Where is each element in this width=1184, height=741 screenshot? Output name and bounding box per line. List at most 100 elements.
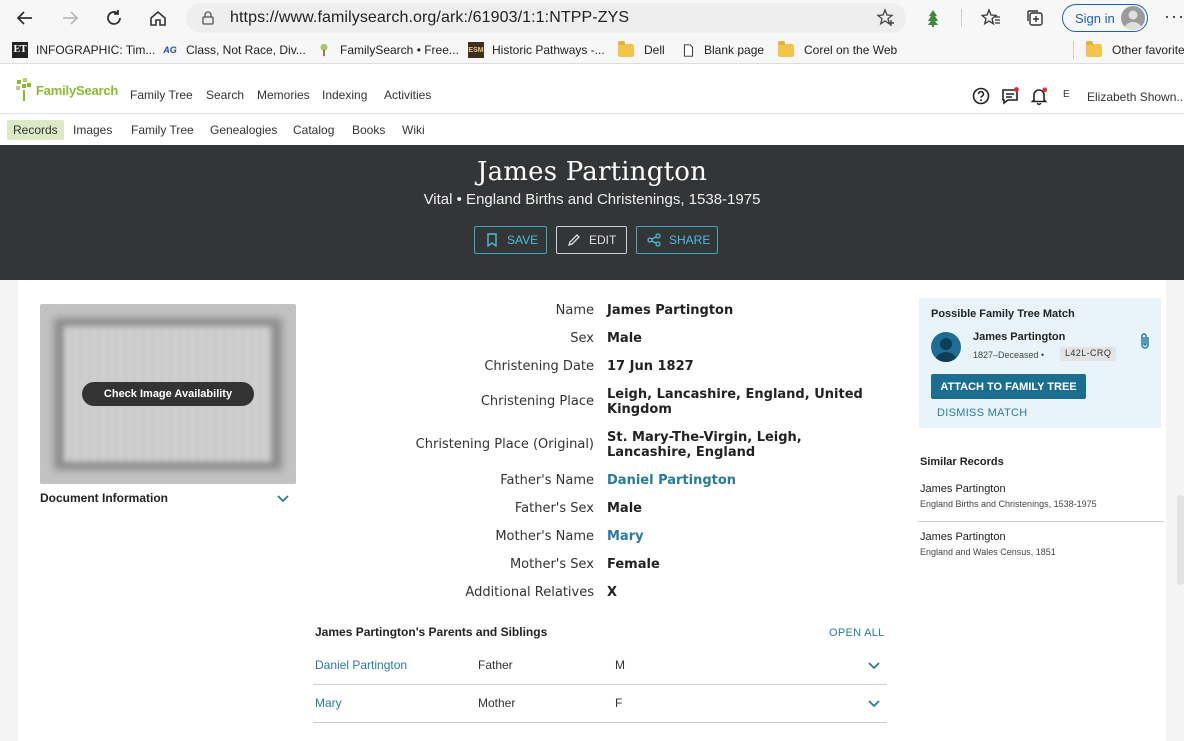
mothers-name-link[interactable]: Mary [607,529,887,544]
url-text[interactable]: https://www.familysearch.org/ark:/61903/… [230,9,629,27]
chevron-down-icon[interactable] [867,661,881,671]
bookmark-item[interactable]: AG Class, Not Race, Div... [162,41,306,59]
bookmark-item[interactable]: ESM Historic Pathways -... [468,41,605,59]
field-label-sex: Sex [570,331,594,346]
bookmark-item[interactable]: FamilySearch • Free... [316,41,459,59]
sign-in-label: Sign in [1075,10,1115,26]
notifications-bell-icon[interactable] [1030,87,1048,105]
logo-text: FamilySearch [36,82,119,98]
nav-memories[interactable]: Memories [257,88,310,102]
similar-records-heading: Similar Records [920,456,1004,468]
open-all-link[interactable]: OPEN ALL [829,627,885,639]
relationship-cell: Father [478,658,513,672]
fathers-name-link[interactable]: Daniel Partington [607,473,887,488]
match-person-name[interactable]: James Partington [973,331,1065,343]
subnav-images[interactable]: Images [67,120,118,140]
chevron-down-icon[interactable] [276,494,290,504]
possible-match-card: Possible Family Tree Match James Parting… [919,298,1161,428]
subnav-genealogies[interactable]: Genealogies [204,120,283,140]
ag-icon: AG [163,45,177,55]
table-row[interactable]: Mary Mother F [313,685,887,723]
subnav-family-tree[interactable]: Family Tree [125,120,200,140]
toolbar-divider [961,9,962,27]
sign-in-button[interactable]: Sign in [1062,4,1148,32]
lock-icon[interactable] [200,10,216,26]
browser-toolbar: https://www.familysearch.org/ark:/61903/… [0,0,1184,36]
records-sub-nav: Records Images Family Tree Genealogies C… [0,116,1184,144]
attach-to-family-tree-button[interactable]: ATTACH TO FAMILY TREE [931,374,1086,399]
messages-icon[interactable] [1001,87,1019,105]
field-value-additional-relatives: X [607,585,618,600]
bookmark-label: FamilySearch • Free... [340,43,459,57]
user-name[interactable]: Elizabeth Shown... [1087,90,1184,104]
collections-icon[interactable] [1023,6,1047,30]
other-favorites-folder[interactable]: Other favorite [1086,40,1184,59]
field-value-name: James Partington [607,303,734,318]
save-button[interactable]: SAVE [474,226,547,254]
edit-button[interactable]: EDIT [556,226,627,254]
list-item[interactable]: James Partington England Births and Chri… [920,483,1164,531]
refresh-icon[interactable] [100,4,128,32]
bookmark-label: Corel on the Web [804,43,898,57]
field-value-mothers-sex: Female [607,557,660,572]
list-item[interactable]: James Partington England and Wales Censu… [920,531,1164,579]
page-scrollbar[interactable] [1177,495,1184,585]
field-label-christening-place-original: Christening Place (Original) [415,437,594,452]
familysearch-logo[interactable]: FamilySearch [14,78,118,102]
nav-indexing[interactable]: Indexing [322,88,367,102]
bookmark-item[interactable]: ET INFOGRAPHIC: Tim... [12,41,155,59]
subnav-records[interactable]: Records [7,120,64,140]
similar-record-collection: England and Wales Census, 1851 [920,547,1056,557]
bookmark-label: Class, Not Race, Div... [186,43,306,57]
match-person-id: L42L-CRQ [1060,347,1117,361]
nav-activities[interactable]: Activities [384,88,431,102]
bookmark-folder[interactable]: Dell [618,40,665,59]
home-icon[interactable] [144,4,172,32]
help-icon[interactable] [972,87,990,105]
bookmark-item[interactable]: Blank page [680,41,764,59]
folder-icon [778,40,794,57]
tree-extension-icon[interactable] [921,6,945,30]
subnav-books[interactable]: Books [346,120,391,140]
field-value-christening-place: Leigh, Lancashire, England, United Kingd… [607,387,863,417]
site-header: FamilySearch Family Tree Search Memories… [0,68,1184,114]
check-image-availability-button[interactable]: Check Image Availability [82,382,254,406]
field-value-christening-place-original: St. Mary-The-Virgin, Leigh, Lancashire, … [607,430,802,460]
edit-label: EDIT [589,233,617,247]
subnav-catalog[interactable]: Catalog [287,120,340,140]
nav-family-tree[interactable]: Family Tree [130,88,193,102]
share-icon [647,233,661,247]
forward-icon[interactable] [56,4,84,32]
male-person-avatar-icon [931,332,961,362]
nav-search[interactable]: Search [206,88,244,102]
relative-name-link[interactable]: Mary [315,696,342,710]
share-button[interactable]: SHARE [636,226,718,254]
bookmark-label: Dell [644,43,665,57]
field-label-additional-relatives: Additional Relatives [465,585,594,600]
add-favorite-icon[interactable] [876,8,896,28]
relative-name-link[interactable]: Daniel Partington [315,658,407,672]
table-row[interactable]: Daniel Partington Father M [313,647,887,685]
subnav-wiki[interactable]: Wiki [396,120,431,140]
document-information-toggle[interactable]: Document Information [40,491,168,505]
user-initial-avatar[interactable]: E [1063,89,1070,100]
chevron-down-icon[interactable] [867,699,881,709]
page-icon [680,42,696,58]
more-options-icon[interactable]: ··· [1164,6,1184,27]
back-icon[interactable] [11,4,39,32]
record-hero: James Partington Vital • England Births … [0,145,1184,280]
bookmarks-divider [1073,41,1074,59]
bookmark-folder[interactable]: Corel on the Web [778,40,898,59]
bookmark-label: Other favorite [1112,43,1184,57]
similar-record-name[interactable]: James Partington [920,483,1164,495]
sex-cell: F [615,696,623,710]
divider [918,521,1164,522]
similar-record-name[interactable]: James Partington [920,531,1164,543]
hp-icon: ESM [468,42,484,58]
profile-avatar-icon [1121,6,1145,30]
et-icon: ET [12,42,28,58]
favorites-icon[interactable] [979,6,1003,30]
dismiss-match-link[interactable]: DISMISS MATCH [937,407,1027,419]
address-bar[interactable]: https://www.familysearch.org/ark:/61903/… [186,3,906,33]
record-image-thumbnail[interactable]: Check Image Availability [40,304,296,484]
